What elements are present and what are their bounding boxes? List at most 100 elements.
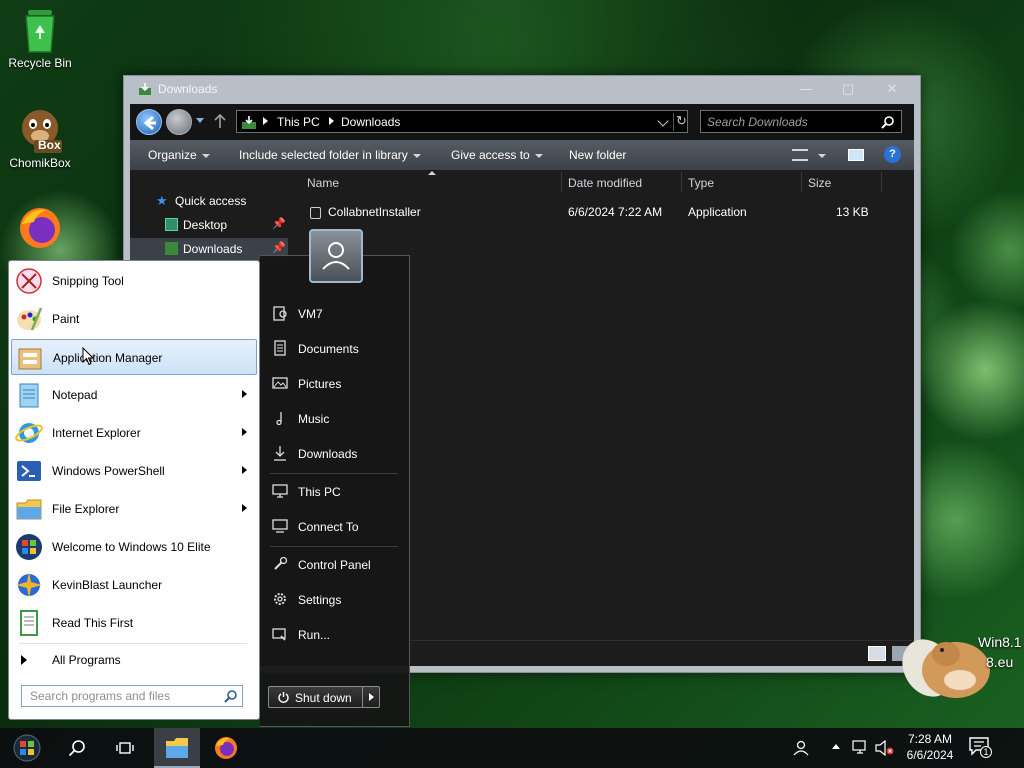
- explorer-titlebar[interactable]: Downloads — □ ✕: [124, 76, 920, 104]
- place-vm7[interactable]: VM7: [266, 298, 404, 328]
- include-in-library-button[interactable]: Include selected folder in library: [239, 148, 421, 162]
- file-name: CollabnetInstaller: [328, 205, 421, 219]
- shutdown-button[interactable]: Shut down: [268, 686, 364, 708]
- nav-desktop[interactable]: Desktop 📌: [130, 214, 288, 236]
- volume-muted-icon[interactable]: [875, 740, 895, 756]
- shutdown-options-button[interactable]: [362, 686, 380, 708]
- program-file-explorer[interactable]: File Explorer: [11, 491, 257, 527]
- minimize-button[interactable]: —: [792, 80, 820, 100]
- place-downloads[interactable]: Downloads: [266, 438, 404, 468]
- search-button[interactable]: [54, 728, 100, 768]
- all-programs-arrow-icon: [21, 655, 27, 665]
- start-search-input[interactable]: Search programs and files: [21, 685, 243, 707]
- documents-icon: [274, 340, 286, 356]
- chevron-down-icon: [534, 153, 543, 158]
- place-run[interactable]: Run...: [266, 619, 404, 649]
- submenu-arrow-icon[interactable]: [242, 390, 247, 398]
- place-music[interactable]: Music: [266, 403, 404, 433]
- show-hidden-icons-chevron-icon[interactable]: [832, 744, 840, 749]
- watermark-line-2: 8.eu: [986, 654, 1014, 670]
- program-label: Paint: [52, 312, 80, 326]
- program-label: Windows PowerShell: [52, 464, 165, 478]
- task-view-icon: [116, 742, 134, 754]
- places-separator: [270, 473, 398, 474]
- program-kevinblast-launcher[interactable]: KevinBlast Launcher: [11, 567, 257, 603]
- place-pictures[interactable]: Pictures: [266, 368, 404, 398]
- submenu-arrow-icon[interactable]: [242, 428, 247, 436]
- program-label: Snipping Tool: [52, 274, 124, 288]
- close-button[interactable]: ✕: [878, 80, 906, 100]
- recent-locations-dropdown[interactable]: [196, 118, 204, 123]
- desktop-icon-chomikbox[interactable]: Box ChomikBox: [0, 106, 80, 170]
- back-button[interactable]: [136, 109, 162, 135]
- program-notepad[interactable]: Notepad: [11, 377, 257, 413]
- desktop-icon-firefox[interactable]: [0, 204, 80, 252]
- taskbar-file-explorer[interactable]: [154, 728, 200, 768]
- up-button[interactable]: [212, 112, 228, 130]
- pin-icon[interactable]: 📌: [272, 217, 286, 230]
- maximize-button[interactable]: □: [834, 80, 862, 100]
- programs-separator: [19, 643, 247, 644]
- pin-icon[interactable]: 📌: [272, 241, 286, 254]
- nav-quick-access[interactable]: ★ Quick access: [130, 190, 288, 212]
- help-icon[interactable]: ?: [884, 146, 901, 163]
- column-header-type[interactable]: Type: [688, 176, 714, 190]
- program-paint[interactable]: Paint: [11, 301, 257, 337]
- program-application-manager[interactable]: Application Manager: [11, 339, 257, 375]
- people-icon[interactable]: [792, 739, 810, 757]
- address-field[interactable]: This PC Downloads ↻: [236, 110, 688, 133]
- application-manager-icon: [18, 348, 42, 370]
- breadcrumb-this-pc[interactable]: This PC: [277, 115, 320, 129]
- place-label: Downloads: [298, 447, 358, 461]
- submenu-arrow-icon[interactable]: [242, 466, 247, 474]
- program-label: Notepad: [52, 388, 98, 402]
- column-header-date-modified[interactable]: Date modified: [568, 176, 642, 190]
- program-label: Welcome to Windows 10 Elite: [52, 540, 211, 554]
- give-access-button[interactable]: Give access to: [451, 148, 543, 162]
- column-header-name[interactable]: Name: [307, 176, 339, 190]
- task-view-button[interactable]: [102, 728, 148, 768]
- details-view-icon[interactable]: [868, 646, 886, 661]
- refresh-icon[interactable]: ↻: [673, 113, 687, 131]
- submenu-arrow-icon[interactable]: [242, 504, 247, 512]
- forward-button[interactable]: [166, 109, 192, 135]
- program-welcome-windows[interactable]: Welcome to Windows 10 Elite: [11, 529, 257, 565]
- new-folder-button[interactable]: New folder: [569, 148, 626, 162]
- preview-pane-icon[interactable]: [848, 149, 864, 161]
- chevron-right-icon: [369, 693, 374, 701]
- column-header-size[interactable]: Size: [808, 176, 831, 190]
- program-snipping-tool[interactable]: Snipping Tool: [11, 263, 257, 299]
- connect-to-icon: [272, 519, 288, 533]
- place-label: VM7: [298, 307, 323, 321]
- program-read-this-first[interactable]: Read This First: [11, 605, 257, 641]
- view-options-icon[interactable]: [792, 149, 808, 161]
- desktop-icon-recycle-bin[interactable]: Recycle Bin: [0, 8, 80, 70]
- window-title: Downloads: [158, 82, 218, 96]
- network-icon[interactable]: [851, 740, 869, 756]
- place-settings[interactable]: Settings: [266, 584, 404, 614]
- downloads-folder-icon: [165, 242, 178, 255]
- place-control-panel[interactable]: Control Panel: [266, 549, 404, 579]
- start-button[interactable]: [4, 728, 50, 768]
- place-documents[interactable]: Documents: [266, 333, 404, 363]
- search-input[interactable]: Search Downloads: [700, 110, 902, 133]
- give-access-label: Give access to: [451, 148, 530, 162]
- taskbar-firefox[interactable]: [204, 728, 250, 768]
- place-this-pc[interactable]: This PC: [266, 476, 404, 506]
- action-center-button[interactable]: 1: [968, 736, 994, 760]
- address-dropdown-icon[interactable]: [657, 115, 669, 127]
- user-avatar[interactable]: [309, 229, 363, 283]
- program-windows-powershell[interactable]: Windows PowerShell: [11, 453, 257, 489]
- clock[interactable]: 7:28 AM 6/6/2024: [904, 731, 956, 763]
- up-arrow-icon: [214, 113, 226, 128]
- view-dropdown-icon[interactable]: [818, 154, 826, 158]
- all-programs-button[interactable]: All Programs: [11, 647, 257, 673]
- breadcrumb-downloads[interactable]: Downloads: [341, 115, 400, 129]
- powershell-icon: [17, 461, 41, 481]
- program-internet-explorer[interactable]: Internet Explorer: [11, 415, 257, 451]
- windows-orb-icon: [13, 734, 41, 762]
- search-icon: [224, 690, 237, 703]
- chomikbox-badge: Box: [38, 138, 61, 152]
- organize-button[interactable]: Organize: [148, 148, 210, 162]
- place-connect-to[interactable]: Connect To: [266, 511, 404, 541]
